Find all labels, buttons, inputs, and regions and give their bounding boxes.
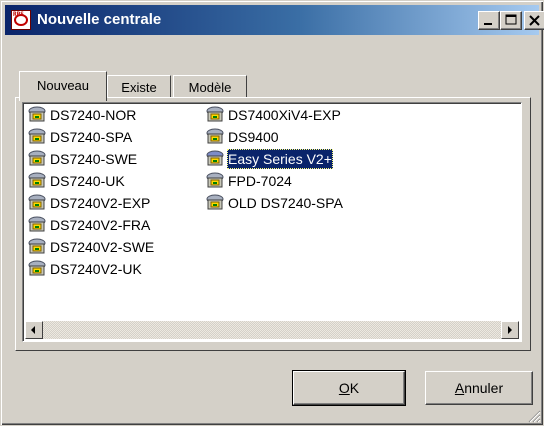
tab-nouveau[interactable]: Nouveau bbox=[19, 71, 107, 101]
cancel-mnemonic: A bbox=[454, 380, 465, 396]
maximize-button[interactable] bbox=[500, 11, 522, 30]
tab-existe-label: Existe bbox=[121, 80, 157, 95]
app-icon-ring bbox=[14, 14, 28, 26]
close-icon bbox=[529, 15, 540, 26]
panel-device-icon bbox=[206, 128, 224, 144]
list-item-label: OLD DS7240-SPA bbox=[228, 195, 343, 211]
close-button[interactable] bbox=[524, 11, 544, 30]
ok-mnemonic: O bbox=[338, 380, 350, 396]
panel-device-icon bbox=[28, 194, 46, 210]
list-item-label: DS7240-SWE bbox=[50, 151, 138, 167]
panel-type-listbox[interactable]: DS7240-NOR DS7240-SPA DS7240-SWE DS7240-UK D… bbox=[22, 102, 522, 342]
tab-nouveau-label: Nouveau bbox=[36, 78, 90, 93]
tab-modele-label: Modèle bbox=[188, 80, 232, 95]
panel-device-icon bbox=[28, 106, 46, 122]
maximize-icon bbox=[505, 14, 517, 25]
list-item-label: DS7400XiV4-EXP bbox=[228, 107, 341, 123]
window-title: Nouvelle centrale bbox=[37, 11, 162, 28]
panel-device-icon bbox=[28, 238, 46, 254]
list-item-label: DS7240V2-UK bbox=[50, 261, 142, 277]
list-item-label: DS7240-SPA bbox=[50, 129, 133, 145]
list-item-label: DS7240-NOR bbox=[50, 107, 137, 123]
list-item-label: FPD-7024 bbox=[228, 173, 292, 189]
dialog-window: RPS Nouvelle centrale Nouveau Existe Mod… bbox=[0, 0, 544, 426]
title-bar[interactable]: RPS Nouvelle centrale bbox=[5, 5, 544, 35]
list-item-label: DS7240V2-EXP bbox=[50, 195, 151, 211]
minimize-button[interactable] bbox=[478, 11, 500, 30]
scroll-right-button[interactable] bbox=[501, 321, 519, 339]
panel-device-icon bbox=[28, 172, 46, 188]
list-item-label: DS7240-UK bbox=[50, 173, 125, 189]
panel-device-icon bbox=[28, 260, 46, 276]
arrow-right-icon bbox=[508, 326, 512, 334]
ok-button[interactable]: OK bbox=[292, 370, 406, 406]
arrow-left-icon bbox=[31, 326, 35, 334]
panel-device-icon bbox=[206, 194, 224, 210]
list-item-label: DS9400 bbox=[228, 129, 279, 145]
panel-device-icon bbox=[28, 216, 46, 232]
cancel-button[interactable]: Annuler bbox=[425, 371, 533, 405]
scroll-left-button[interactable] bbox=[25, 321, 43, 339]
list-item-label: DS7240V2-SWE bbox=[50, 239, 155, 255]
ok-label-rest: K bbox=[349, 380, 360, 396]
panel-device-icon bbox=[28, 150, 46, 166]
cancel-label-rest: nnuler bbox=[464, 380, 504, 396]
resize-grip-icon[interactable] bbox=[527, 409, 541, 423]
panel-device-icon bbox=[28, 128, 46, 144]
minimize-icon bbox=[484, 23, 492, 25]
panel-device-icon bbox=[206, 150, 224, 166]
panel-device-icon bbox=[206, 172, 224, 188]
horizontal-scrollbar[interactable] bbox=[25, 321, 519, 339]
tab-panel: DS7240-NOR DS7240-SPA DS7240-SWE DS7240-UK D… bbox=[15, 97, 531, 351]
list-item-label: DS7240V2-FRA bbox=[50, 217, 151, 233]
app-icon[interactable]: RPS bbox=[11, 10, 31, 30]
panel-device-icon bbox=[206, 106, 224, 122]
list-item-label: Easy Series V2+ bbox=[227, 149, 333, 169]
